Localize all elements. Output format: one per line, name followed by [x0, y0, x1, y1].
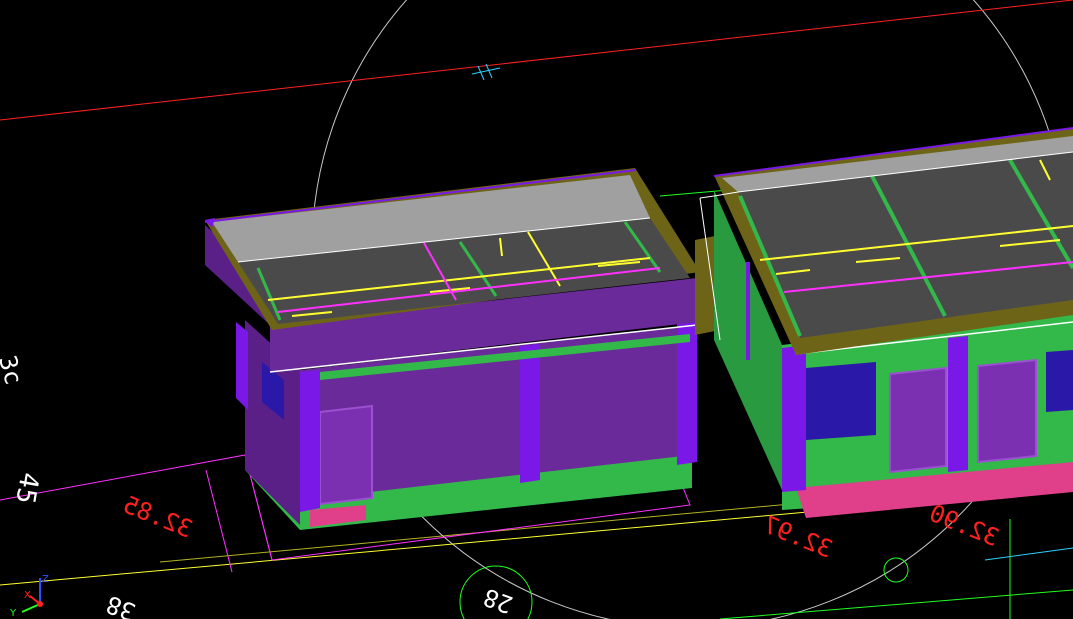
building-right-door-1	[889, 366, 947, 474]
model-scene[interactable]: 3c 45 32.85 32.97 32.90 38 28 Z X Y	[0, 0, 1073, 619]
annotation-level-circle: 28	[480, 583, 517, 619]
axis-z-label: Z	[42, 574, 49, 585]
guide-line-green-bottom	[719, 589, 1073, 619]
annotation-left-top: 3c	[0, 352, 28, 387]
guide-line-cyan-right	[984, 547, 1073, 561]
axis-y-label: Y	[9, 608, 17, 619]
building-right-column-2	[948, 336, 968, 472]
annotation-left-mid: 45	[9, 470, 44, 506]
building-right-door-2	[977, 358, 1037, 464]
property-line-red	[0, 0, 1073, 121]
survey-point-circle	[883, 557, 909, 583]
building-right-column-1	[782, 345, 806, 492]
annotation-dimension-right: 32.90	[925, 499, 1002, 552]
annotation-dimension-left: 32.85	[119, 490, 196, 543]
annotation-dimension-mid: 32.97	[759, 510, 836, 563]
building-left[interactable]	[204, 168, 700, 530]
building-left-column-4	[236, 322, 248, 410]
axis-origin	[37, 601, 43, 607]
building-right-window-2	[1046, 350, 1073, 412]
building-right-window-1	[806, 362, 876, 440]
annotation-bottom-left: 38	[102, 590, 139, 619]
building-left-column-3	[677, 322, 697, 465]
building-right[interactable]	[695, 127, 1073, 518]
axis-triad[interactable]: Z X Y	[9, 574, 49, 619]
building-left-door	[319, 404, 373, 506]
building-left-column-1	[300, 370, 320, 512]
cad-3d-viewport[interactable]: 3c 45 32.85 32.97 32.90 38 28 Z X Y	[0, 0, 1073, 619]
building-left-column-2	[520, 344, 540, 483]
axis-x-label: X	[24, 590, 31, 601]
